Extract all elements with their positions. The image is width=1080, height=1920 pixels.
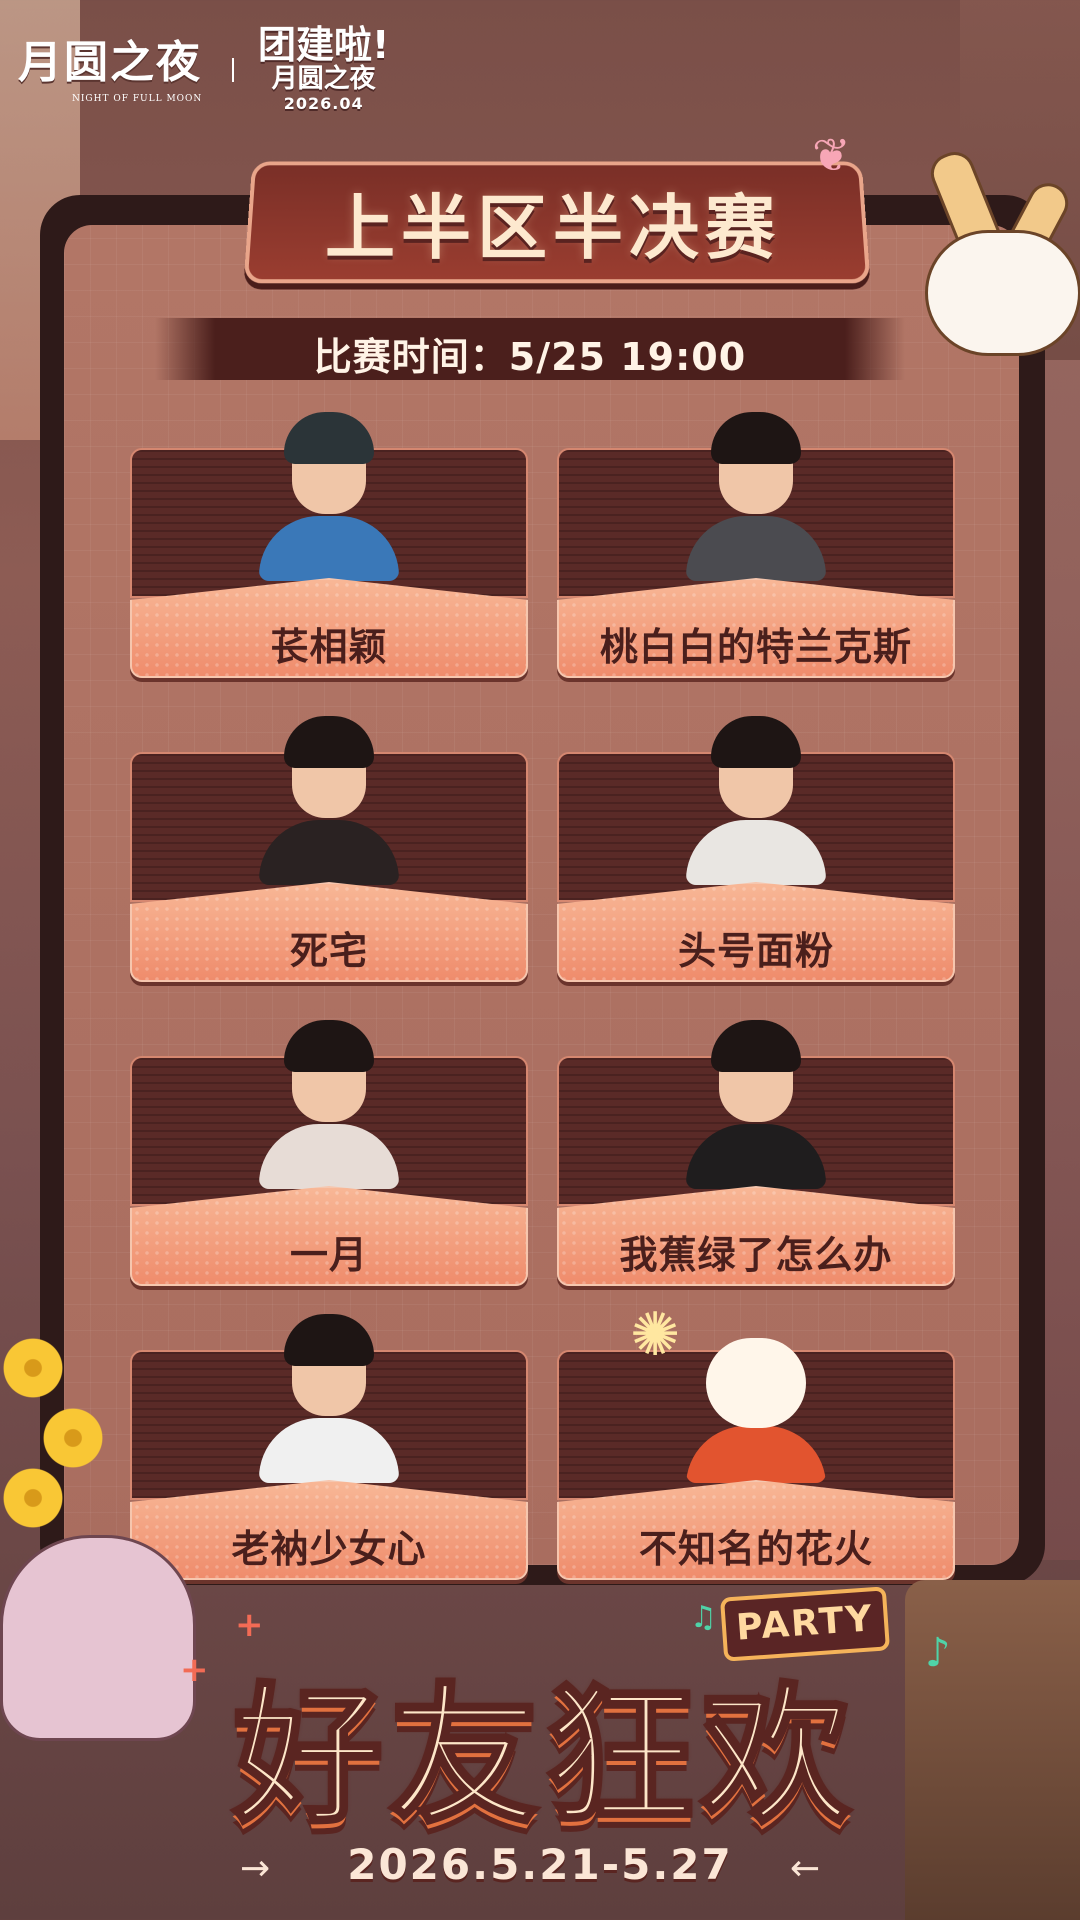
sparkler-icon: ✺ [630,1300,681,1370]
flowers-decoration [0,1335,140,1565]
logo-divider [232,58,234,82]
player-name: 我蕉绿了怎么办 [619,1233,893,1277]
mascot-avatar [686,1308,826,1483]
player-name: 头号面粉 [677,929,834,973]
player-card[interactable]: 一月 [130,1020,528,1286]
player-name: 不知名的花火 [638,1527,873,1571]
player-card[interactable]: 死宅 [130,716,528,982]
arrow-left-icon: ← [790,1848,821,1889]
player-name: 一月 [289,1233,368,1277]
game-logo: 月圆之夜 [18,37,202,88]
player-name: 桃白白的特兰克斯 [599,625,912,669]
player-avatar [259,710,399,885]
player-avatar [259,1014,399,1189]
butterfly-icon: ❦ [812,128,851,182]
player-card[interactable]: 桃白白的特兰克斯 [557,412,955,678]
event-logo-date: 2026.04 [283,94,364,113]
player-card[interactable]: 苌相颖 [130,412,528,678]
match-time: 比赛时间：5/25 19:00 [313,335,747,379]
player-avatar [686,406,826,581]
player-name: 苌相颖 [270,625,388,669]
player-card[interactable]: 我蕉绿了怎么办 [557,1020,955,1286]
player-card[interactable]: 老衲少女心 [130,1314,528,1580]
player-avatar [686,710,826,885]
game-logo-subtitle: NIGHT OF FULL MOON [72,94,203,104]
event-logo-line2: 月圆之夜 [271,64,376,94]
page-title: 上半区半决赛 [325,187,781,269]
bunny-head [925,230,1080,356]
player-avatar [259,1308,399,1483]
player-avatar [259,406,399,581]
player-card[interactable]: 头号面粉 [557,716,955,982]
event-date-range: 2026.5.21-5.27 [347,1840,733,1889]
bunny-mascot [924,145,1080,380]
player-card[interactable]: 不知名的花火 [557,1338,955,1580]
event-logo-line1: 团建啦! [258,23,390,67]
player-name: 老衲少女心 [231,1527,427,1571]
banner-title: 好友狂欢 [231,1668,857,1846]
player-avatar [686,1014,826,1189]
music-note-icon: ♫ [690,1600,717,1635]
event-logo: 团建啦! 月圆之夜 2026.04 [258,26,389,112]
player-name: 死宅 [289,929,368,973]
